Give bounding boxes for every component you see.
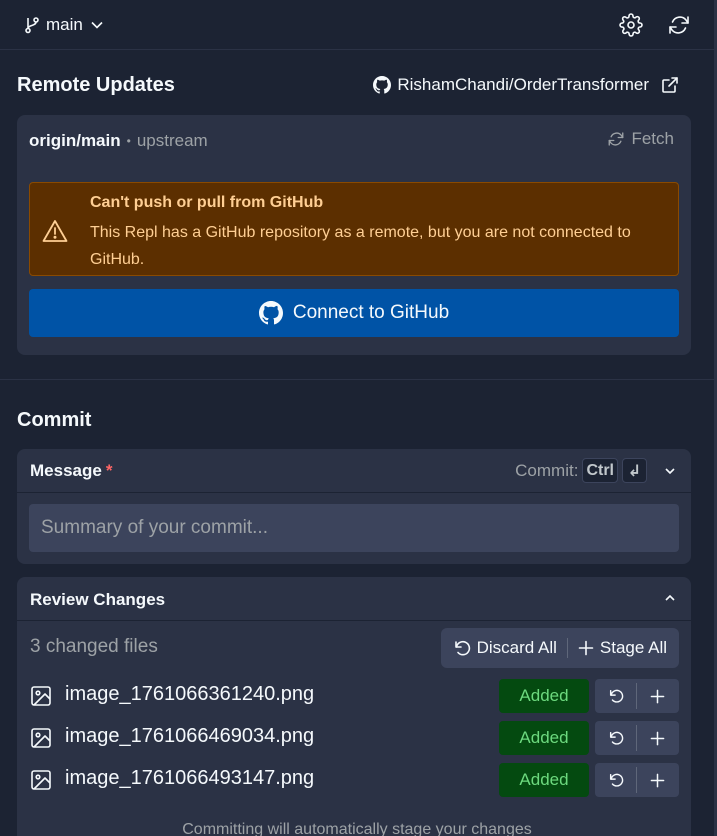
- undo-icon: [609, 731, 623, 745]
- file-row[interactable]: image_1761066361240.png Added: [30, 678, 679, 714]
- message-label: Message *: [30, 461, 112, 481]
- commit-message-input[interactable]: [29, 504, 679, 552]
- stage-file-button[interactable]: [637, 721, 678, 755]
- required-mark: *: [105, 461, 113, 480]
- file-actions: [595, 679, 679, 713]
- chevron-up-icon[interactable]: [663, 591, 677, 605]
- file-row[interactable]: image_1761066469034.png Added: [30, 720, 679, 756]
- repo-name: RishamChandi/OrderTransformer: [397, 75, 649, 94]
- git-branch-icon: [25, 17, 39, 34]
- discard-file-button[interactable]: [595, 763, 636, 797]
- bulk-actions: Discard All Stage All: [440, 628, 679, 668]
- warning-callout: Can't push or pull from GitHub This Repl…: [29, 182, 679, 276]
- message-header: Message * Commit: Ctrl ↲: [17, 449, 691, 493]
- branch-selector[interactable]: main: [24, 12, 105, 38]
- remote-branch-info: origin/main • upstream: [29, 131, 208, 151]
- stage-all-label: Stage All: [599, 638, 667, 657]
- stage-file-button[interactable]: [637, 679, 678, 713]
- separator-dot: •: [126, 134, 131, 148]
- upstream-label: upstream: [136, 131, 208, 150]
- file-name: image_1761066469034.png: [65, 725, 315, 747]
- image-file-icon: [31, 728, 51, 748]
- changed-files-count: 3 changed files: [30, 636, 158, 657]
- stage-all-button[interactable]: Stage All: [578, 638, 667, 658]
- remote-panel: origin/main • upstream Fetch Can't push …: [17, 115, 691, 355]
- review-header[interactable]: Review Changes: [17, 577, 691, 621]
- plus-icon: [650, 731, 665, 745]
- remote-branch: origin/main: [29, 131, 121, 150]
- file-row[interactable]: image_1761066493147.png Added: [30, 762, 679, 798]
- image-file-icon: [31, 686, 51, 706]
- discard-all-button[interactable]: Discard All: [453, 638, 557, 658]
- remote-updates-title: Remote Updates: [17, 74, 175, 96]
- commit-shortcut-hint: Commit: Ctrl ↲: [515, 458, 677, 483]
- warning-body: This Repl has a GitHub repository as a r…: [90, 224, 631, 268]
- commit-title: Commit: [17, 409, 92, 431]
- chevron-down-icon[interactable]: [663, 464, 677, 478]
- warning-icon: [42, 220, 68, 242]
- open-external-button[interactable]: [661, 76, 679, 99]
- file-name: image_1761066493147.png: [65, 767, 315, 789]
- refresh-icon: [669, 16, 689, 34]
- external-link-icon: [662, 77, 678, 93]
- branch-name: main: [46, 15, 83, 34]
- github-icon: [373, 76, 392, 94]
- bulk-separator: [566, 638, 568, 658]
- settings-button[interactable]: [617, 11, 645, 39]
- status-badge: Added: [499, 721, 589, 755]
- fetch-button[interactable]: Fetch: [607, 129, 674, 149]
- connect-label: Connect to GitHub: [292, 302, 450, 323]
- connect-github-button[interactable]: Connect to GitHub: [29, 289, 679, 337]
- warning-title: Can't push or pull from GitHub: [90, 194, 324, 211]
- commit-message-panel: Message * Commit: Ctrl ↲: [17, 449, 691, 564]
- discard-file-button[interactable]: [595, 721, 636, 755]
- image-file-icon: [31, 770, 51, 790]
- git-toolbar: main: [0, 0, 714, 50]
- repo-link[interactable]: RishamChandi/OrderTransformer: [373, 75, 649, 95]
- chevron-down-icon: [91, 21, 103, 29]
- undo-icon: [454, 640, 470, 656]
- ctrl-key: Ctrl: [582, 458, 618, 483]
- undo-icon: [609, 689, 623, 703]
- refresh-icon: [609, 132, 624, 146]
- fetch-label: Fetch: [631, 129, 674, 148]
- section-divider: [0, 379, 714, 380]
- plus-icon: [650, 689, 665, 703]
- discard-all-label: Discard All: [476, 638, 557, 657]
- plus-icon: [650, 773, 665, 787]
- review-changes-panel: Review Changes 3 changed files Discard A…: [17, 577, 691, 836]
- message-label-text: Message: [30, 461, 102, 480]
- refresh-button[interactable]: [665, 11, 693, 39]
- gear-icon: [619, 13, 643, 37]
- enter-key: ↲: [622, 458, 647, 483]
- review-title: Review Changes: [30, 590, 166, 609]
- discard-file-button[interactable]: [595, 679, 636, 713]
- file-name: image_1761066361240.png: [65, 683, 315, 705]
- status-badge: Added: [499, 763, 589, 797]
- auto-stage-note: Committing will automatically stage your…: [182, 821, 532, 836]
- file-actions: [595, 763, 679, 797]
- plus-icon: [578, 640, 594, 656]
- file-actions: [595, 721, 679, 755]
- status-badge: Added: [499, 679, 589, 713]
- stage-file-button[interactable]: [637, 763, 678, 797]
- github-icon: [258, 301, 283, 325]
- undo-icon: [609, 773, 623, 787]
- commit-hint-label: Commit:: [515, 460, 579, 480]
